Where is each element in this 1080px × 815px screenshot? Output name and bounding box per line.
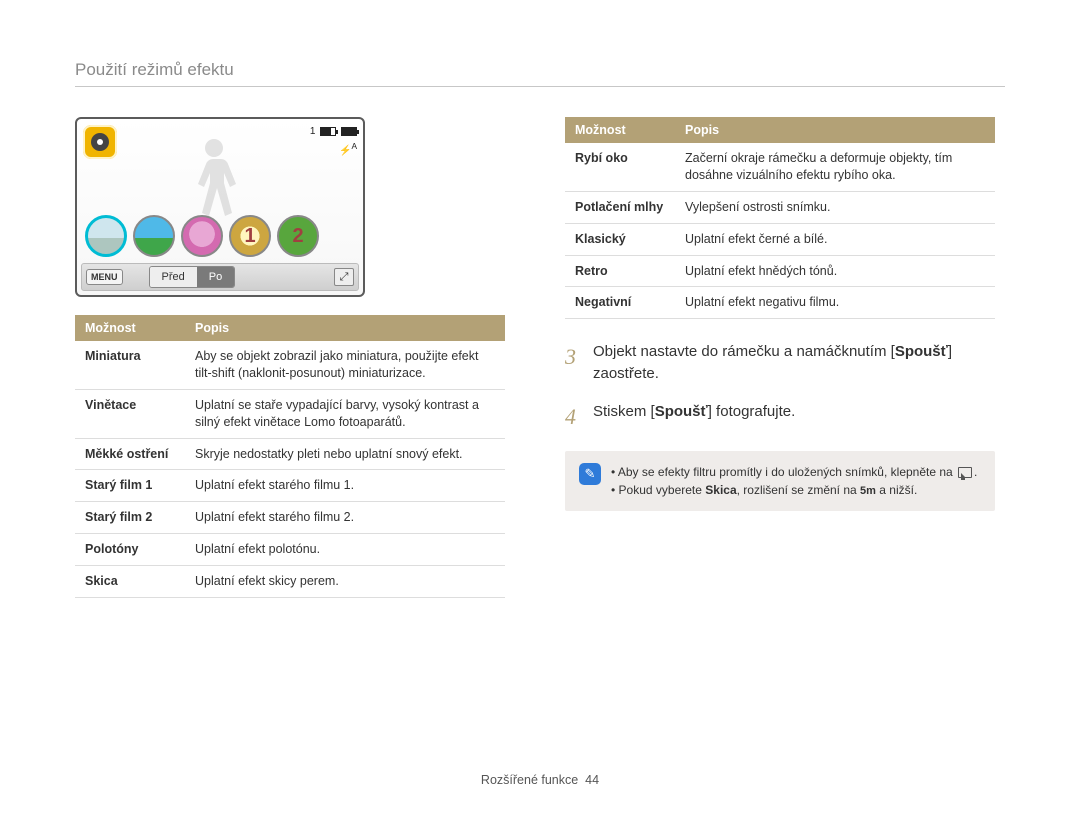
menu-button[interactable]: MENU <box>86 269 123 285</box>
page-title: Použití režimů efektu <box>75 60 1005 87</box>
page-footer: Rozšířené funkce 44 <box>0 773 1080 787</box>
opt-desc: Skryje nedostatky pleti nebo uplatní sno… <box>185 438 505 470</box>
step-4: 4 Stiskem [Spoušť] fotografujte. <box>565 401 995 433</box>
info-icon: ✎ <box>579 463 601 485</box>
table-row: Starý film 2Uplatní efekt starého filmu … <box>75 502 505 534</box>
effect-thumb-1[interactable] <box>85 215 127 257</box>
step-text: Stiskem [Spoušť] fotografujte. <box>593 401 795 433</box>
opt-desc: Uplatní efekt negativu filmu. <box>675 287 995 319</box>
flash-auto-label: A <box>351 141 357 151</box>
note-list: Aby se efekty filtru promítly i do ulože… <box>611 463 977 500</box>
table-row: Potlačení mlhyVylepšení ostrosti snímku. <box>565 191 995 223</box>
step-text: Objekt nastavte do rámečku a namáčknutím… <box>593 341 995 385</box>
left-column: 1 ⚡A 1 2 MENU Před <box>75 117 505 598</box>
effect-thumb-4[interactable]: 1 <box>229 215 271 257</box>
th-option: Možnost <box>565 117 675 143</box>
table-row: NegativníUplatní efekt negativu filmu. <box>565 287 995 319</box>
opt-name: Rybí oko <box>565 143 675 191</box>
opt-desc: Uplatní efekt černé a bílé. <box>675 223 995 255</box>
thumb-number: 1 <box>231 217 269 255</box>
after-tab[interactable]: Po <box>197 267 234 287</box>
opt-name: Klasický <box>565 223 675 255</box>
table-row: Měkké ostřeníSkryje nedostatky pleti neb… <box>75 438 505 470</box>
opt-name: Starý film 1 <box>75 470 185 502</box>
opt-desc: Uplatní efekt starého filmu 1. <box>185 470 505 502</box>
opt-name: Skica <box>75 566 185 598</box>
th-option: Možnost <box>75 315 185 341</box>
effect-thumb-2[interactable] <box>133 215 175 257</box>
camera-screen-preview: 1 ⚡A 1 2 MENU Před <box>75 117 365 297</box>
thumb-number: 2 <box>279 217 317 255</box>
opt-name: Vinětace <box>75 389 185 438</box>
content-columns: 1 ⚡A 1 2 MENU Před <box>75 117 1005 598</box>
before-after-toggle[interactable]: Před Po <box>149 266 236 288</box>
resolution-5m-icon: 5m <box>860 485 876 497</box>
battery-icon-2 <box>341 127 357 136</box>
note-box: ✎ Aby se efekty filtru promítly i do ulo… <box>565 451 995 512</box>
opt-name: Starý film 2 <box>75 502 185 534</box>
table-row: Starý film 1Uplatní efekt starého filmu … <box>75 470 505 502</box>
opt-name: Retro <box>565 255 675 287</box>
opt-name: Polotóny <box>75 534 185 566</box>
battery-icon <box>320 127 336 136</box>
table-row: KlasickýUplatní efekt černé a bílé. <box>565 223 995 255</box>
options-table-right: Možnost Popis Rybí okoZačerní okraje rám… <box>565 117 995 319</box>
effect-thumbnails: 1 2 <box>85 215 319 257</box>
table-row: VinětaceUplatní se staře vypadající barv… <box>75 389 505 438</box>
expand-icon[interactable]: ⤢ <box>334 268 354 286</box>
note-item: Aby se efekty filtru promítly i do ulože… <box>611 463 977 481</box>
th-description: Popis <box>185 315 505 341</box>
opt-desc: Uplatní efekt polotónu. <box>185 534 505 566</box>
opt-name: Potlačení mlhy <box>565 191 675 223</box>
before-tab[interactable]: Před <box>150 267 197 287</box>
opt-desc: Vylepšení ostrosti snímku. <box>675 191 995 223</box>
opt-name: Miniatura <box>75 341 185 389</box>
table-row: PolotónyUplatní efekt polotónu. <box>75 534 505 566</box>
opt-name: Měkké ostření <box>75 438 185 470</box>
table-row: RetroUplatní efekt hnědých tónů. <box>565 255 995 287</box>
opt-desc: Aby se objekt zobrazil jako miniatura, p… <box>185 341 505 389</box>
options-table-left: Možnost Popis MiniaturaAby se objekt zob… <box>75 315 505 598</box>
shot-count: 1 <box>310 126 316 137</box>
opt-desc: Uplatní efekt hnědých tónů. <box>675 255 995 287</box>
opt-desc: Uplatní se staře vypadající barvy, vysok… <box>185 389 505 438</box>
th-description: Popis <box>675 117 995 143</box>
table-row: Rybí okoZačerní okraje rámečku a deformu… <box>565 143 995 191</box>
opt-desc: Uplatní efekt starého filmu 2. <box>185 502 505 534</box>
table-row: MiniaturaAby se objekt zobrazil jako min… <box>75 341 505 389</box>
screen-bottom-bar: MENU Před Po ⤢ <box>81 263 359 291</box>
step-number: 3 <box>565 341 581 385</box>
mode-dial-icon <box>83 125 117 159</box>
step-number: 4 <box>565 401 581 433</box>
opt-desc: Začerní okraje rámečku a deformuje objek… <box>675 143 995 191</box>
status-indicators: 1 ⚡A <box>310 125 357 158</box>
opt-desc: Uplatní efekt skicy perem. <box>185 566 505 598</box>
right-column: Možnost Popis Rybí okoZačerní okraje rám… <box>565 117 995 598</box>
table-row: SkicaUplatní efekt skicy perem. <box>75 566 505 598</box>
effect-thumb-5[interactable]: 2 <box>277 215 319 257</box>
step-3: 3 Objekt nastavte do rámečku a namáčknut… <box>565 341 995 385</box>
apply-filter-icon <box>958 467 972 478</box>
note-item: Pokud vyberete Skica, rozlišení se změní… <box>611 481 977 500</box>
opt-name: Negativní <box>565 287 675 319</box>
effect-thumb-3[interactable] <box>181 215 223 257</box>
